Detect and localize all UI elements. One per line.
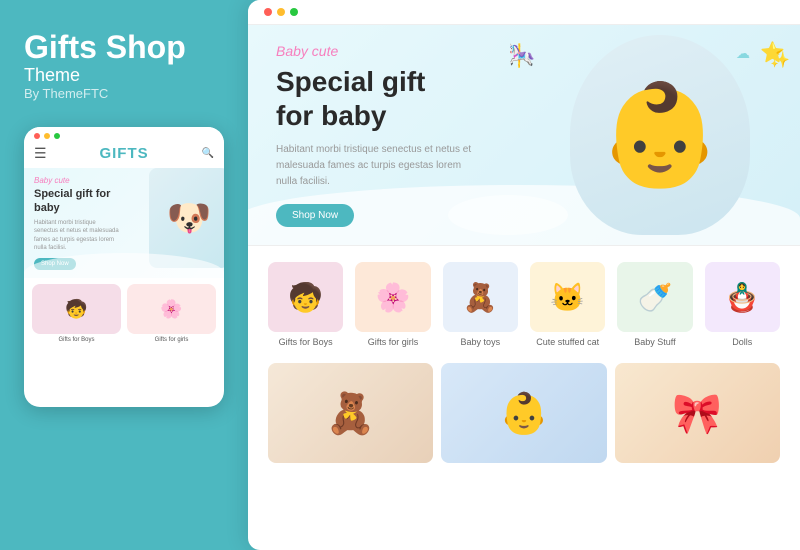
hero-desc: Habitant morbi tristique senectus et net… xyxy=(276,142,476,190)
product-image-girls: 🌸 xyxy=(355,262,430,332)
product-image-dolls: 🪆 xyxy=(705,262,780,332)
mobile-top-bar xyxy=(24,127,224,139)
table-row: 🌸 Gifts for girls xyxy=(355,262,430,347)
hamburger-icon[interactable]: ☰ xyxy=(34,145,47,162)
desktop-top-bar xyxy=(248,0,800,25)
product-image-cat: 🐱 xyxy=(530,262,605,332)
product-label: Baby Stuff xyxy=(617,337,692,347)
product-label: Gifts for girls xyxy=(355,337,430,347)
product-image-boys: 🧒 xyxy=(32,284,121,334)
second-row-images: 🧸 👶 🎀 xyxy=(268,363,780,463)
table-row: 🪆 Dolls xyxy=(705,262,780,347)
desktop-dot-green xyxy=(290,8,298,16)
product-image-girls: 🌸 xyxy=(127,284,216,334)
desktop-dot-yellow xyxy=(277,8,285,16)
mobile-hero: Baby cute Special gift for baby Habitant… xyxy=(24,168,224,278)
desktop-dot-red xyxy=(264,8,272,16)
baby-face-emoji: 👶 xyxy=(598,85,723,185)
product-label-boys: Gifts for Boys xyxy=(32,337,121,343)
second-image-3: 🎀 xyxy=(615,363,780,463)
mobile-hero-title: Special gift for baby xyxy=(34,187,124,216)
left-panel: Gifts Shop Theme By ThemeFTC ☰ GIFTS 🔍 B… xyxy=(0,0,248,550)
mobile-mockup: ☰ GIFTS 🔍 Baby cute Special gift for bab… xyxy=(24,127,224,407)
mobile-hero-desc: Habitant morbi tristique senectus et net… xyxy=(34,219,119,253)
brand-by: By ThemeFTC xyxy=(24,86,224,101)
table-row: 🧸 Baby toys xyxy=(443,262,518,347)
brand-title: Gifts Shop xyxy=(24,30,224,65)
second-image-2: 👶 xyxy=(441,363,606,463)
mobile-products-row: 🧒 Gifts for Boys 🌸 Gifts for girls xyxy=(24,278,224,349)
hero-baby-image: 👶 xyxy=(550,25,770,245)
product-label: Cute stuffed cat xyxy=(530,337,605,347)
baby-illustration: 👶 xyxy=(570,35,750,235)
second-image-1: 🧸 xyxy=(268,363,433,463)
table-row: 🐱 Cute stuffed cat xyxy=(530,262,605,347)
product-image-toys: 🧸 xyxy=(443,262,518,332)
product-image-stuff: 🍼 xyxy=(617,262,692,332)
mobile-hero-image: 🐶 xyxy=(149,168,224,268)
mobile-header: ☰ GIFTS 🔍 xyxy=(24,139,224,168)
product-image-boys: 🧒 xyxy=(268,262,343,332)
hero-content: Baby cute Special giftfor baby Habitant … xyxy=(276,43,476,227)
brand-subtitle: Theme xyxy=(24,65,224,86)
product-label: Baby toys xyxy=(443,337,518,347)
product-label-girls: Gifts for girls xyxy=(127,337,216,343)
brand-info: Gifts Shop Theme By ThemeFTC xyxy=(24,30,224,101)
mobile-search-icon: 🔍 xyxy=(202,148,214,159)
products-section: 🧒 Gifts for Boys 🌸 Gifts for girls 🧸 Bab… xyxy=(248,245,800,550)
list-item: 🧒 Gifts for Boys xyxy=(32,284,121,343)
product-label: Gifts for Boys xyxy=(268,337,343,347)
desktop-hero: Baby cute Special giftfor baby Habitant … xyxy=(248,25,800,245)
products-grid: 🧒 Gifts for Boys 🌸 Gifts for girls 🧸 Bab… xyxy=(268,262,780,347)
table-row: 🍼 Baby Stuff xyxy=(617,262,692,347)
baby-emoji-small: 🐶 xyxy=(167,197,212,239)
product-label: Dolls xyxy=(705,337,780,347)
table-row: 🧒 Gifts for Boys xyxy=(268,262,343,347)
hero-tag: Baby cute xyxy=(276,43,476,59)
mobile-logo: GIFTS xyxy=(99,145,148,162)
mobile-hang-deco: 🎠 xyxy=(508,43,535,69)
right-panel: Baby cute Special giftfor baby Habitant … xyxy=(248,0,800,550)
list-item: 🌸 Gifts for girls xyxy=(127,284,216,343)
shop-now-button[interactable]: Shop Now xyxy=(276,204,354,227)
hero-title: Special giftfor baby xyxy=(276,65,476,132)
